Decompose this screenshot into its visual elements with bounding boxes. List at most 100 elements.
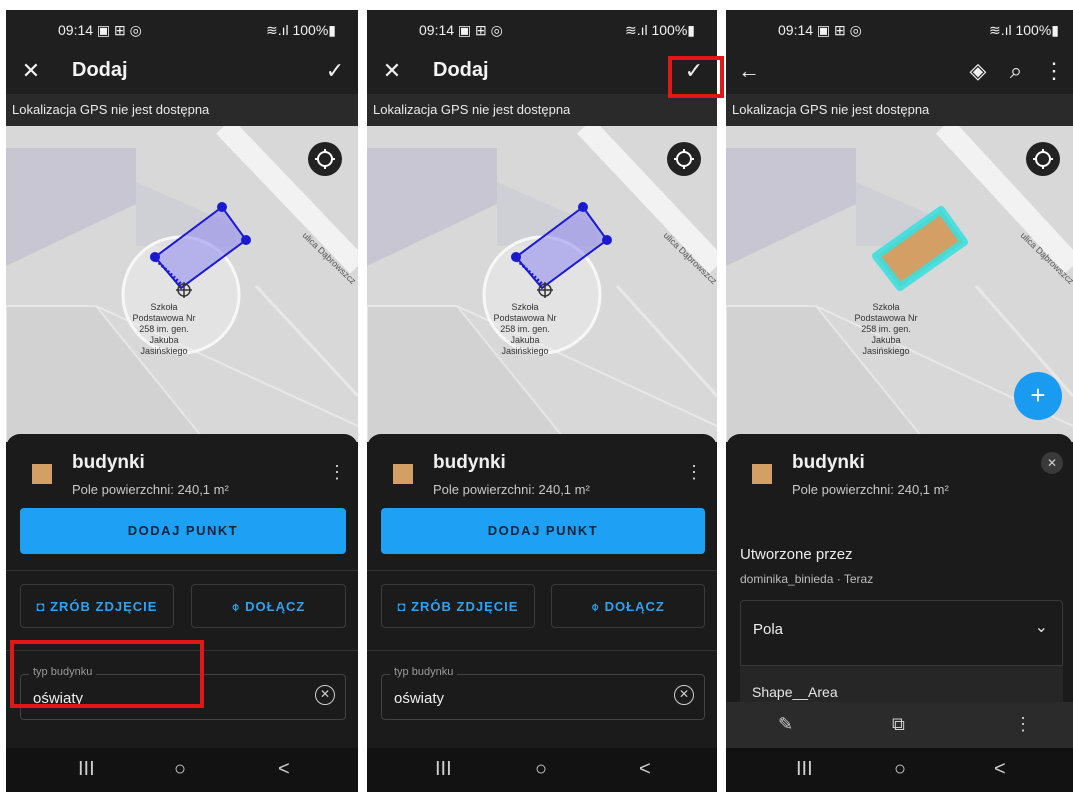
back-nav-icon[interactable]: < [994,758,1006,781]
svg-text:Jasińskiego: Jasińskiego [140,346,187,356]
status-time: 09:14 ▣ ⊞ ◎ [419,22,503,38]
svg-text:Jakuba: Jakuba [510,335,539,345]
fields-section-label: Pola [753,621,784,638]
back-arrow-icon[interactable]: ← [736,58,762,84]
top-toolbar: ✕ Dodaj ✓ [6,48,358,94]
camera-icon: ◘ [36,599,51,614]
camera-icon: ◘ [397,599,412,614]
status-bar: 09:14 ▣ ⊞ ◎ ≋.ıl 100%▮ [726,10,1073,48]
clear-circle-icon[interactable]: ✕ [674,685,694,705]
gps-banner: Lokalizacja GPS nie jest dostępna [367,94,717,126]
crosshair-icon [674,149,694,169]
crosshair-icon [315,149,335,169]
take-photo-button[interactable]: ◘ ZRÓB ZDJĘCIE [20,584,174,628]
crosshair-icon [1033,149,1053,169]
field-name: Shape__Area [752,684,838,700]
close-icon[interactable]: ✕ [1041,452,1063,474]
svg-text:Podstawowa Nr: Podstawowa Nr [132,313,195,323]
status-bar: 09:14 ▣ ⊞ ◎ ≋.ıl 100%▮ [6,10,358,48]
creator-info: dominika_binieda · Teraz [740,572,874,586]
status-bar: 09:14 ▣ ⊞ ◎ ≋.ıl 100%▮ [367,10,717,48]
android-nav-bar: III ○ < [367,748,717,792]
more-vert-icon[interactable]: ⋮ [1041,58,1067,84]
back-nav-icon[interactable]: < [639,758,651,781]
svg-text:Jakuba: Jakuba [149,335,178,345]
locate-button[interactable] [1026,142,1060,176]
feature-sheet: budynki Pole powierzchni: 240,1 m² ⋮ DOD… [367,434,717,748]
android-nav-bar: III ○ < [726,748,1073,792]
status-time: 09:14 ▣ ⊞ ◎ [58,22,142,38]
field-value: oświaty [394,690,445,707]
add-point-button[interactable]: DODAJ PUNKT [381,508,705,554]
svg-text:Jasińskiego: Jasińskiego [501,346,548,356]
recents-icon[interactable]: III [796,758,813,781]
locate-button[interactable] [667,142,701,176]
svg-text:Szkoła: Szkoła [872,302,899,312]
add-feature-fab[interactable]: + [1014,372,1062,420]
status-battery: ≋.ıl 100%▮ [988,22,1059,38]
svg-text:Szkoła: Szkoła [150,302,177,312]
highlight-field-box [10,640,204,708]
fields-section[interactable]: Pola ⌄ [740,600,1063,666]
feature-details-sheet: budynki Pole powierzchni: 240,1 m² ✕ Utw… [726,434,1073,748]
feature-action-bar: ✎ ⧉ ⋮ [726,702,1073,748]
search-icon[interactable]: ⌕ [1003,58,1029,84]
top-toolbar: ← ◈ ⌕ ⋮ [726,48,1073,94]
attach-button[interactable]: ⌽ DOŁĄCZ [551,584,705,628]
status-time: 09:14 ▣ ⊞ ◎ [778,22,862,38]
more-vert-icon[interactable]: ⋮ [685,462,703,483]
status-battery: ≋.ıl 100%▮ [624,22,695,38]
top-toolbar: ✕ Dodaj ✓ [367,48,717,94]
gps-banner: Lokalizacja GPS nie jest dostępna [6,94,358,126]
layer-swatch [752,464,772,484]
screen-3: 09:14 ▣ ⊞ ◎ ≋.ıl 100%▮ ← ◈ ⌕ ⋮ Lokalizac… [726,10,1073,792]
add-point-button[interactable]: DODAJ PUNKT [20,508,346,554]
svg-text:Szkoła: Szkoła [511,302,538,312]
more-vert-icon[interactable]: ⋮ [1014,714,1032,735]
svg-text:Jakuba: Jakuba [871,335,900,345]
copy-icon[interactable]: ⧉ [892,714,905,735]
svg-text:258 im. gen.: 258 im. gen. [139,324,189,334]
svg-text:258 im. gen.: 258 im. gen. [861,324,911,334]
page-title: Dodaj [72,59,128,81]
clear-circle-icon[interactable]: ✕ [315,685,335,705]
recents-icon[interactable]: III [78,758,95,781]
area-label: Pole powierzchni: 240,1 m² [792,482,949,497]
svg-text:Jasińskiego: Jasińskiego [862,346,909,356]
building-type-field[interactable]: typ budynku oświaty ✕ [381,666,705,720]
field-label: typ budynku [390,666,458,678]
layer-name: budynki [792,452,865,473]
home-icon[interactable]: ○ [174,758,186,781]
chevron-down-icon[interactable]: ⌄ [1035,617,1048,637]
home-icon[interactable]: ○ [535,758,547,781]
status-battery: ≋.ıl 100%▮ [265,22,336,38]
gps-banner: Lokalizacja GPS nie jest dostępna [726,94,1073,126]
map-view[interactable]: ulica Dąbrowszcz Szkoła Podstawowa Nr 25… [6,126,358,442]
more-vert-icon[interactable]: ⋮ [328,462,346,483]
layer-swatch [393,464,413,484]
area-label: Pole powierzchni: 240,1 m² [72,482,229,497]
svg-text:258 im. gen.: 258 im. gen. [500,324,550,334]
paperclip-icon: ⌽ [231,599,246,614]
home-icon[interactable]: ○ [894,758,906,781]
close-icon[interactable]: ✕ [18,58,44,84]
layer-name: budynki [72,452,145,473]
map-view[interactable]: ulica Dąbrowszcz Szkoła Podstawowa Nr 25… [367,126,717,442]
take-photo-button[interactable]: ◘ ZRÓB ZDJĘCIE [381,584,535,628]
highlight-confirm-box [668,56,724,98]
locate-button[interactable] [308,142,342,176]
paperclip-icon: ⌽ [591,599,605,614]
attach-button[interactable]: ⌽ DOŁĄCZ [191,584,346,628]
layers-icon[interactable]: ◈ [965,58,991,84]
created-by-label: Utworzone przez [740,546,853,563]
close-icon[interactable]: ✕ [379,58,405,84]
android-nav-bar: III ○ < [6,748,358,792]
svg-text:Podstawowa Nr: Podstawowa Nr [493,313,556,323]
back-nav-icon[interactable]: < [278,758,290,781]
screen-2: 09:14 ▣ ⊞ ◎ ≋.ıl 100%▮ ✕ Dodaj ✓ Lokaliz… [367,10,717,792]
recents-icon[interactable]: III [435,758,452,781]
area-label: Pole powierzchni: 240,1 m² [433,482,590,497]
confirm-check-icon[interactable]: ✓ [322,58,348,84]
svg-text:Podstawowa Nr: Podstawowa Nr [854,313,917,323]
pencil-icon[interactable]: ✎ [778,714,793,735]
